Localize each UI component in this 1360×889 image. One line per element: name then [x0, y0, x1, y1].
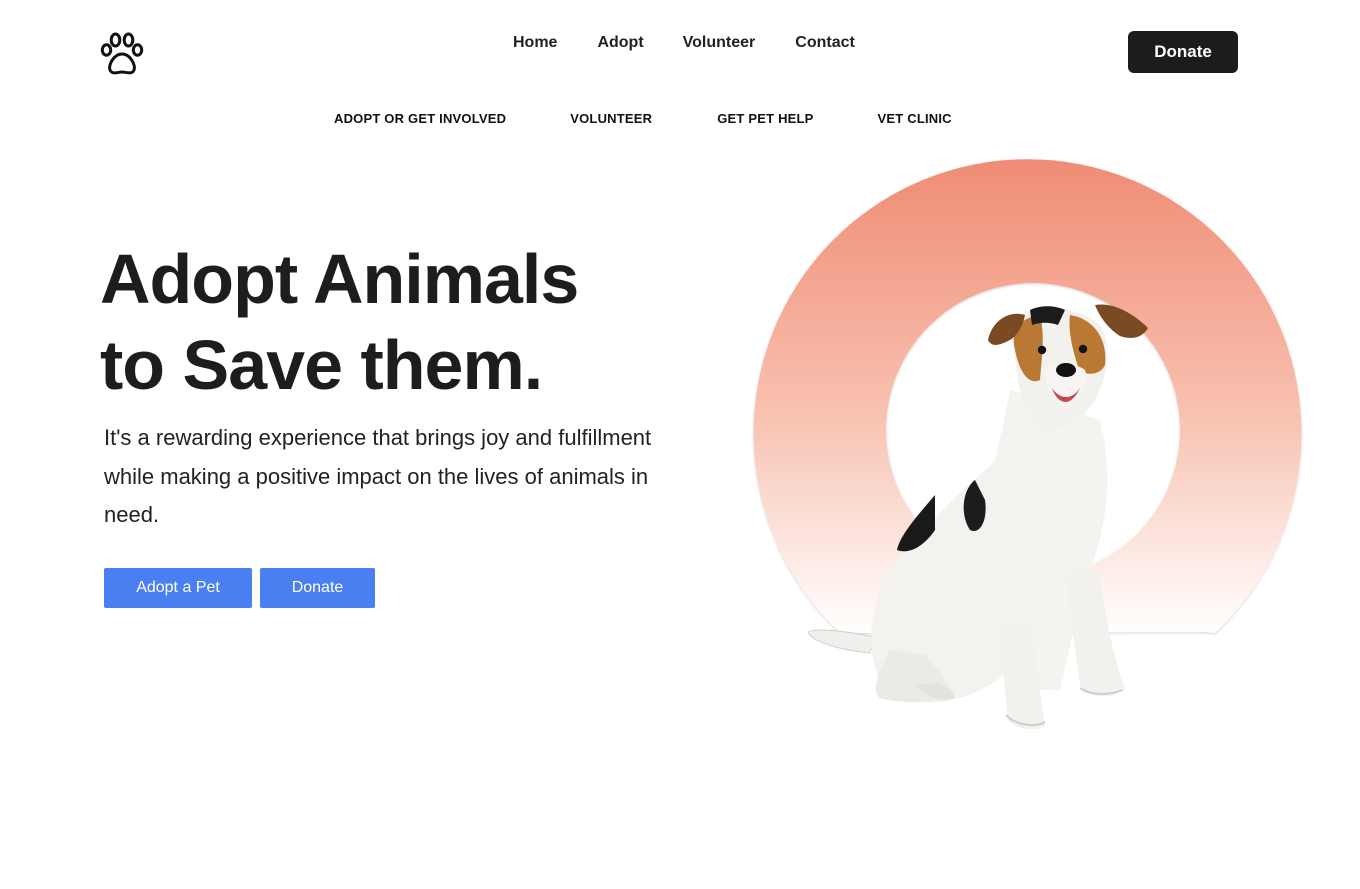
header-donate-button[interactable]: Donate — [1128, 31, 1238, 73]
sub-nav: ADOPT OR GET INVOLVED VOLUNTEER GET PET … — [334, 111, 952, 127]
paw-logo-icon[interactable] — [100, 30, 144, 76]
hero-title-line-2: to Save them. — [100, 326, 543, 404]
subnav-adopt-or-get-involved[interactable]: ADOPT OR GET INVOLVED — [334, 111, 506, 127]
adopt-a-pet-button[interactable]: Adopt a Pet — [104, 568, 252, 608]
subnav-volunteer[interactable]: VOLUNTEER — [570, 111, 652, 127]
hero-title: Adopt Animals to Save them. — [100, 236, 720, 408]
main-nav: Home Adopt Volunteer Contact — [513, 34, 855, 52]
donate-button[interactable]: Donate — [260, 568, 375, 608]
subnav-get-pet-help[interactable]: GET PET HELP — [717, 111, 813, 127]
hero-description: It's a rewarding experience that brings … — [104, 425, 652, 527]
hero-title-line-1: Adopt Animals — [100, 240, 579, 318]
hero-illustration — [740, 150, 1340, 750]
nav-contact[interactable]: Contact — [795, 34, 855, 52]
nav-adopt[interactable]: Adopt — [597, 34, 643, 52]
subnav-vet-clinic[interactable]: VET CLINIC — [878, 111, 952, 127]
nav-volunteer[interactable]: Volunteer — [683, 34, 756, 52]
nav-home[interactable]: Home — [513, 34, 557, 52]
